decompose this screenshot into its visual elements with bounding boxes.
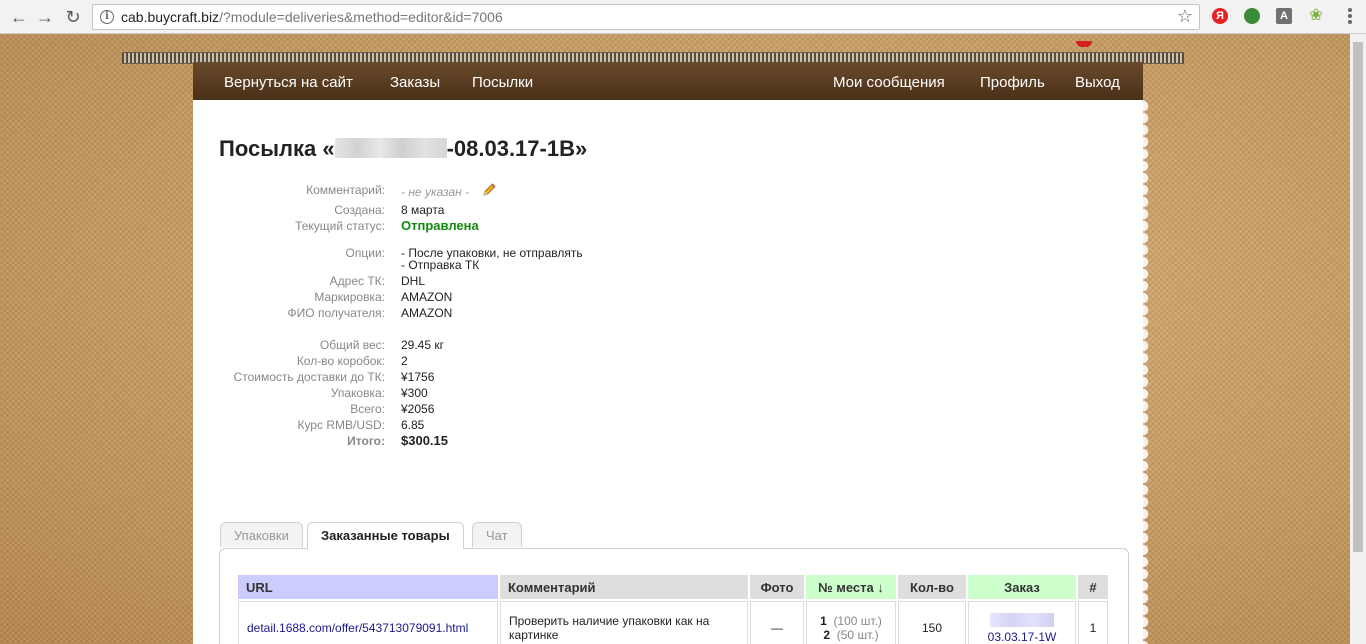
table-row: detail.1688.com/offer/543713079091.html …	[238, 601, 1108, 644]
redacted-order-prefix	[990, 612, 1054, 627]
cell-photo: —	[750, 601, 804, 644]
tab-ordered-goods[interactable]: Заказанные товары	[307, 522, 464, 549]
browser-menu-icon[interactable]	[1348, 8, 1352, 26]
shipping-cost-value: ¥1756	[401, 370, 435, 384]
col-index[interactable]: #	[1078, 575, 1108, 599]
total-value: ¥2056	[401, 402, 435, 416]
bookmark-star-icon[interactable]: ☆	[1177, 6, 1193, 27]
address-url[interactable]: cab.buycraft.biz/?module=deliveries&meth…	[121, 9, 503, 25]
title-suffix: -08.03.17-1B»	[446, 136, 588, 161]
cell-url: detail.1688.com/offer/543713079091.html	[238, 601, 498, 644]
status-label: Текущий статус:	[295, 219, 385, 233]
reload-icon[interactable]: ↻	[62, 6, 84, 28]
translate-icon[interactable]: A	[1276, 8, 1292, 24]
forward-icon[interactable]: →	[34, 6, 56, 28]
total-label: Всего:	[350, 402, 385, 416]
table-header-row: URL Комментарий Фото № места ↓ Кол-во За…	[238, 575, 1108, 599]
title-prefix: Посылка «	[219, 136, 335, 161]
weight-label: Общий вес:	[319, 338, 385, 352]
comment-text: - не указан -	[401, 185, 470, 199]
place-2-qty: (50 шт.)	[836, 628, 879, 642]
rate-value: 6.85	[401, 418, 425, 432]
comment-value: - не указан -	[401, 182, 497, 202]
cell-comment: Проверить наличие упаковки как на картин…	[500, 601, 748, 644]
grand-total-label: Итого:	[347, 434, 385, 448]
col-place[interactable]: № места ↓	[806, 575, 896, 599]
place-1-qty: (100 шт.)	[833, 614, 882, 628]
cell-place: 1 (100 шт.) 2 (50 шт.)	[806, 601, 896, 644]
weight-value: 29.45 кг	[401, 338, 444, 352]
goods-table: URL Комментарий Фото № места ↓ Кол-во За…	[236, 573, 1110, 644]
col-url[interactable]: URL	[238, 575, 498, 599]
url-host: cab.buycraft.biz	[121, 9, 220, 25]
rate-label: Курс RMB/USD:	[297, 418, 385, 432]
recipient-label: ФИО получателя:	[287, 306, 385, 320]
language-flags[interactable]	[1076, 34, 1126, 65]
col-order[interactable]: Заказ	[968, 575, 1076, 599]
created-value: 8 марта	[401, 203, 445, 217]
product-link[interactable]: detail.1688.com/offer/543713079091.html	[247, 621, 468, 635]
tab-panel-ordered-goods: URL Комментарий Фото № места ↓ Кол-во За…	[219, 548, 1129, 644]
back-icon[interactable]: ←	[8, 6, 30, 28]
scrollbar-thumb[interactable]	[1353, 42, 1363, 552]
edit-pencil-icon[interactable]	[481, 182, 497, 202]
nav-orders[interactable]: Заказы	[390, 74, 440, 91]
status-value: Отправлена	[401, 218, 479, 233]
sprout-icon[interactable]: ❀	[1308, 8, 1324, 24]
yandex-icon[interactable]: Я	[1212, 8, 1228, 24]
order-link[interactable]: 03.03.17-1W	[977, 612, 1067, 644]
place-2-number: 2	[823, 628, 831, 642]
browser-toolbar: ← → ↻ i cab.buycraft.biz/?module=deliver…	[0, 0, 1366, 34]
page-background: Вернуться на сайт Заказы Посылки Мои соо…	[0, 34, 1350, 644]
tab-packages[interactable]: Упаковки	[220, 522, 303, 547]
place-1-number: 1	[820, 614, 827, 628]
cell-index: 1	[1078, 601, 1108, 644]
url-path: /?module=deliveries&method=editor&id=700…	[219, 9, 503, 25]
nav-back-to-site[interactable]: Вернуться на сайт	[224, 74, 353, 91]
address-label: Адрес ТК:	[329, 274, 385, 288]
recipient-value: AMAZON	[401, 306, 453, 320]
packing-label: Упаковка:	[330, 386, 385, 400]
marking-label: Маркировка:	[314, 290, 385, 304]
order-number-link[interactable]: 03.03.17-1W	[988, 630, 1057, 644]
shipping-cost-label: Стоимость доставки до ТК:	[233, 370, 385, 384]
col-comment[interactable]: Комментарий	[500, 575, 748, 599]
col-qty[interactable]: Кол-во	[898, 575, 966, 599]
site-navigation: Вернуться на сайт Заказы Посылки Мои соо…	[193, 62, 1143, 102]
address-bar[interactable]: i cab.buycraft.biz/?module=deliveries&me…	[92, 4, 1200, 30]
boxes-value: 2	[401, 354, 408, 368]
content-panel: Посылка « -08.03.17-1B» Комментарий: - не…	[193, 100, 1143, 644]
tab-chat[interactable]: Чат	[472, 522, 522, 547]
info-icon[interactable]: i	[100, 10, 114, 24]
nav-my-messages[interactable]: Мои сообщения	[833, 74, 945, 91]
globe-icon[interactable]	[1244, 8, 1260, 24]
cell-order: 03.03.17-1W	[968, 601, 1076, 644]
col-photo[interactable]: Фото	[750, 575, 804, 599]
page-title: Посылка « -08.03.17-1B»	[219, 136, 587, 162]
nav-parcels[interactable]: Посылки	[472, 74, 533, 91]
boxes-label: Кол-во коробок:	[296, 354, 385, 368]
comment-label: Комментарий:	[306, 183, 385, 197]
place-line-2: 2 (50 шт.)	[815, 628, 887, 642]
grand-total-value: $300.15	[401, 433, 448, 448]
nav-logout[interactable]: Выход	[1075, 74, 1120, 91]
cell-qty: 150	[898, 601, 966, 644]
marking-value: AMAZON	[401, 290, 453, 304]
place-line-1: 1 (100 шт.)	[815, 614, 887, 628]
flag-ru-icon[interactable]	[1076, 41, 1092, 47]
nav-profile[interactable]: Профиль	[980, 74, 1045, 91]
options-value-2: - Отправка ТК	[401, 258, 480, 272]
created-label: Создана:	[334, 203, 385, 217]
pinked-edge-decoration	[1143, 100, 1153, 644]
redacted-title-part	[334, 138, 447, 158]
address-value: DHL	[401, 274, 426, 288]
page-scrollbar[interactable]	[1350, 34, 1366, 644]
packing-value: ¥300	[401, 386, 428, 400]
